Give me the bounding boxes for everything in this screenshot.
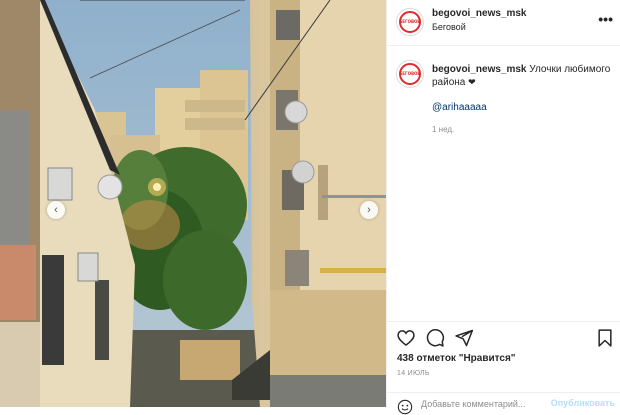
chevron-right-icon: › (367, 203, 371, 216)
post-header: БЕГОВОЙ begovoi_news_msk Беговой ••• (387, 0, 620, 46)
avatar-logo-text: БЕГОВОЙ (399, 19, 421, 24)
heart-icon[interactable] (396, 328, 416, 348)
bookmark-icon[interactable] (595, 328, 615, 348)
mention-link[interactable]: @arihaaaaa (432, 102, 487, 113)
post-actions: 438 отметок "Нравится" 14 ИЮЛЬ Опубликов… (387, 321, 620, 415)
post-photo[interactable]: ‹ › (0, 0, 386, 407)
comment-input[interactable] (421, 399, 551, 409)
post-date: 14 ИЮЛЬ (397, 370, 430, 377)
avatar[interactable]: БЕГОВОЙ (396, 8, 424, 36)
more-options-icon[interactable]: ••• (598, 11, 613, 27)
share-icon[interactable] (454, 328, 474, 348)
caption-block: БЕГОВОЙ begovoi_news_msk Улочки любимого… (387, 46, 620, 321)
avatar-logo: БЕГОВОЙ (399, 11, 421, 33)
header-username[interactable]: begovoi_news_msk (432, 8, 526, 19)
black-heart-emoji: ❤ (468, 77, 476, 87)
post-caption: begovoi_news_msk Улочки любимого района … (432, 63, 612, 89)
post-location[interactable]: Беговой (432, 22, 466, 32)
avatar-logo-text: БЕГОВОЙ (399, 71, 421, 76)
emoji-icon[interactable] (397, 399, 413, 415)
chevron-left-icon: ‹ (54, 203, 58, 216)
caption-avatar[interactable]: БЕГОВОЙ (396, 60, 424, 88)
avatar-logo: БЕГОВОЙ (399, 63, 421, 85)
post-side-panel: БЕГОВОЙ begovoi_news_msk Беговой ••• БЕГ… (386, 0, 620, 415)
likes-count[interactable]: 438 отметок "Нравится" (397, 353, 516, 364)
caption-username[interactable]: begovoi_news_msk (432, 64, 526, 75)
prev-photo-button[interactable]: ‹ (47, 201, 65, 219)
add-comment-bar: Опубликовать (387, 392, 620, 415)
next-photo-button[interactable]: › (360, 201, 378, 219)
caption-time-ago: 1 нед. (432, 125, 455, 134)
comment-icon[interactable] (425, 328, 445, 348)
